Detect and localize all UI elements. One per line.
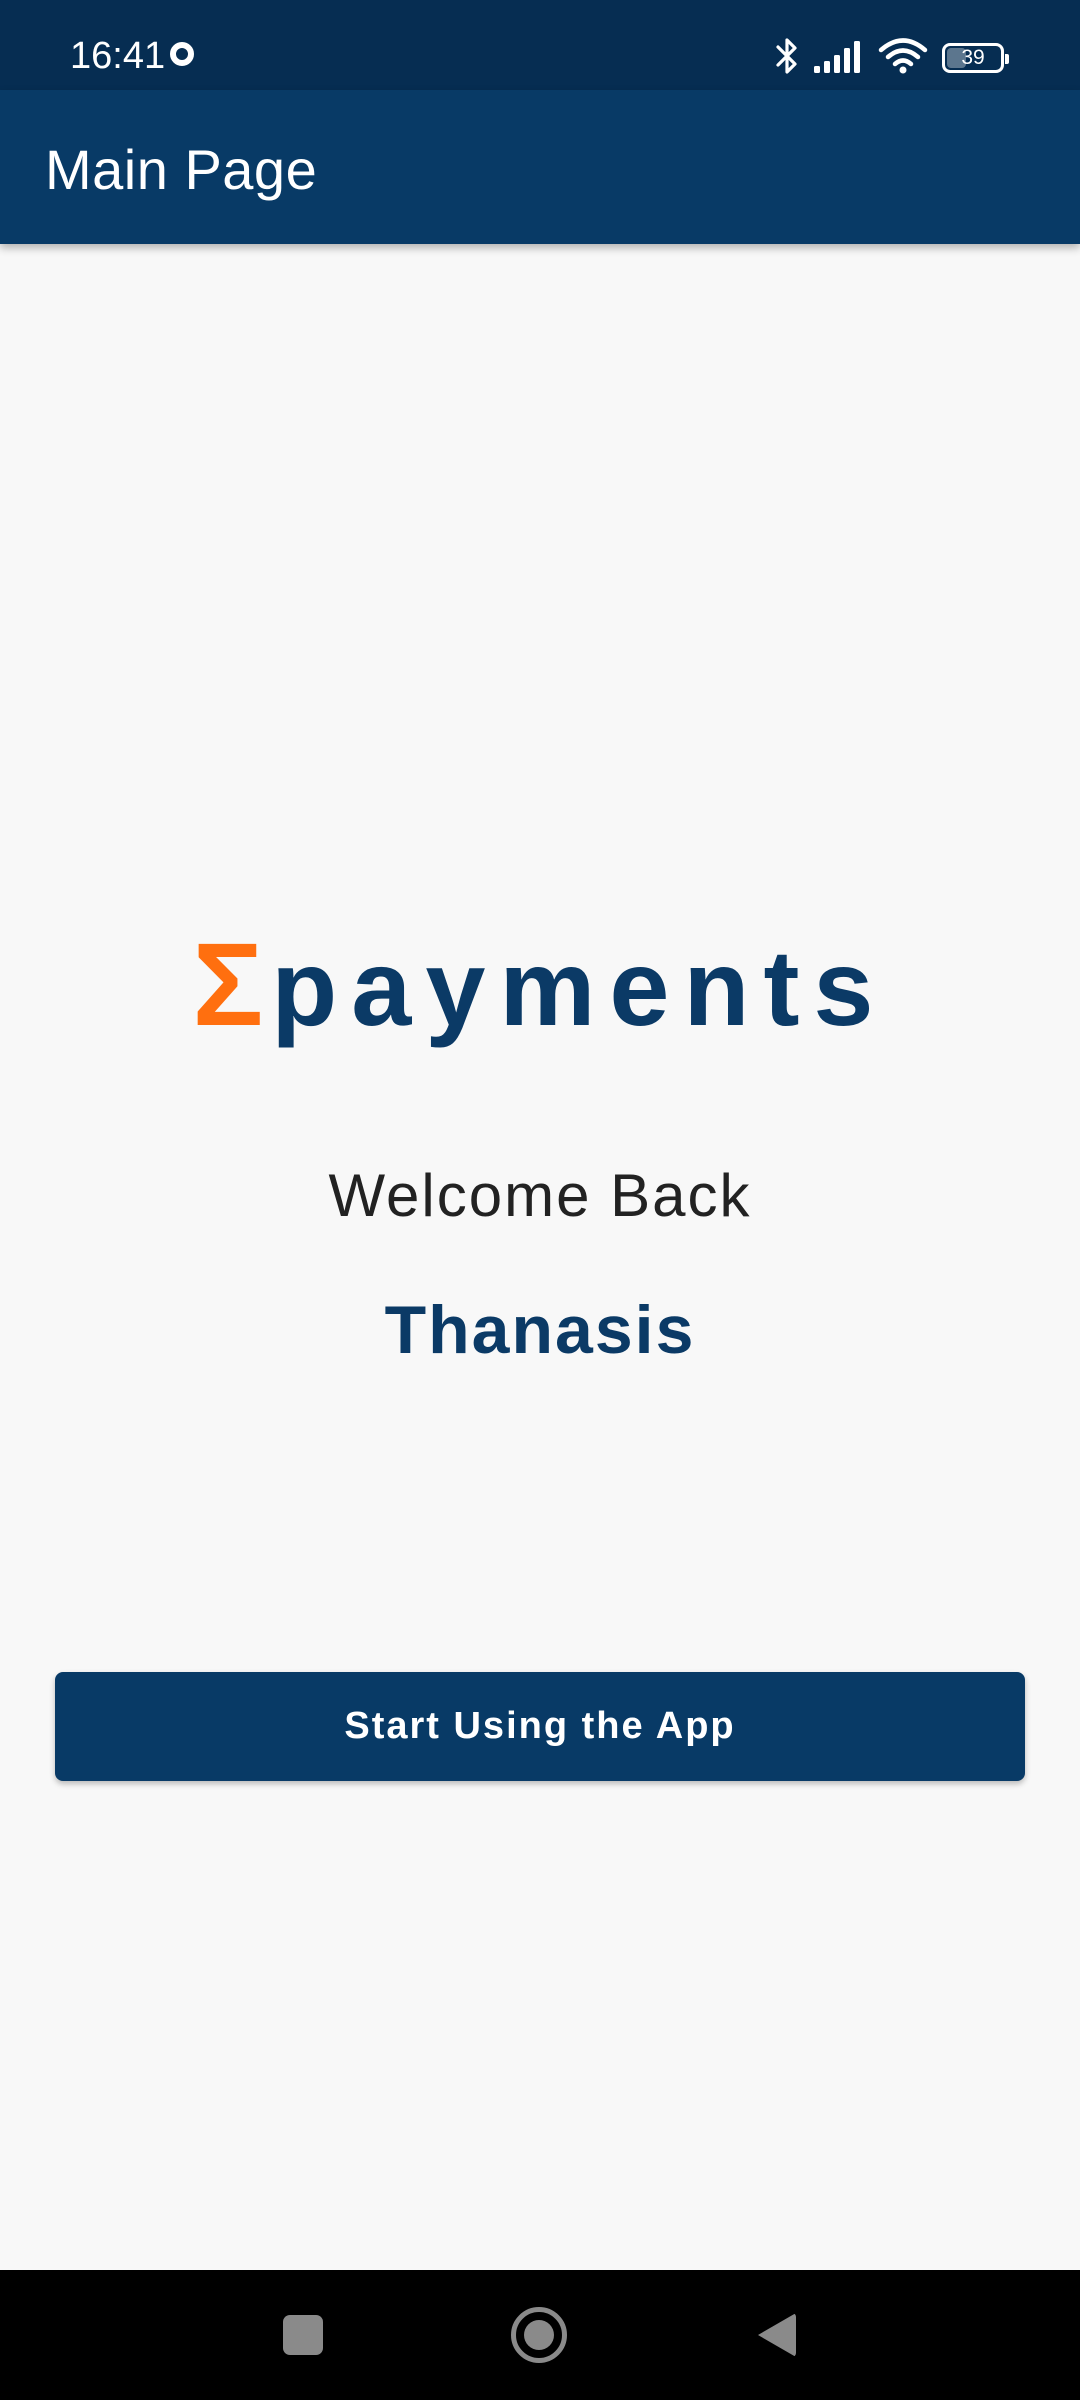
- record-indicator-icon: [170, 42, 194, 66]
- welcome-text: Welcome Back: [328, 1162, 752, 1229]
- back-button[interactable]: [712, 2270, 842, 2400]
- brand-word: payments: [271, 927, 888, 1048]
- battery-level: 39: [961, 46, 985, 69]
- brand-logo: Σpayments: [0, 920, 1080, 1053]
- status-bar: 16:41 39: [0, 0, 1080, 90]
- status-icons: 39: [774, 36, 1009, 81]
- home-button[interactable]: [474, 2270, 604, 2400]
- screen: 16:41 39 Main Page Σpayments Welcome Bac…: [0, 0, 1080, 2400]
- start-using-app-button[interactable]: Start Using the App: [55, 1672, 1025, 1781]
- app-bar: Main Page: [0, 90, 1080, 244]
- bluetooth-icon: [774, 36, 800, 81]
- recents-icon: [283, 2315, 323, 2355]
- back-icon: [758, 2313, 796, 2357]
- user-name: Thanasis: [384, 1292, 696, 1368]
- status-time: 16:41: [70, 35, 166, 77]
- signal-icon: [814, 39, 864, 78]
- brand-sigma: Σ: [192, 919, 264, 1051]
- wifi-icon: [878, 37, 928, 80]
- navigation-bar: [0, 2270, 1080, 2400]
- page-title: Main Page: [45, 138, 318, 201]
- battery-icon: 39: [942, 43, 1009, 73]
- home-icon: [511, 2307, 567, 2363]
- recents-button[interactable]: [238, 2270, 368, 2400]
